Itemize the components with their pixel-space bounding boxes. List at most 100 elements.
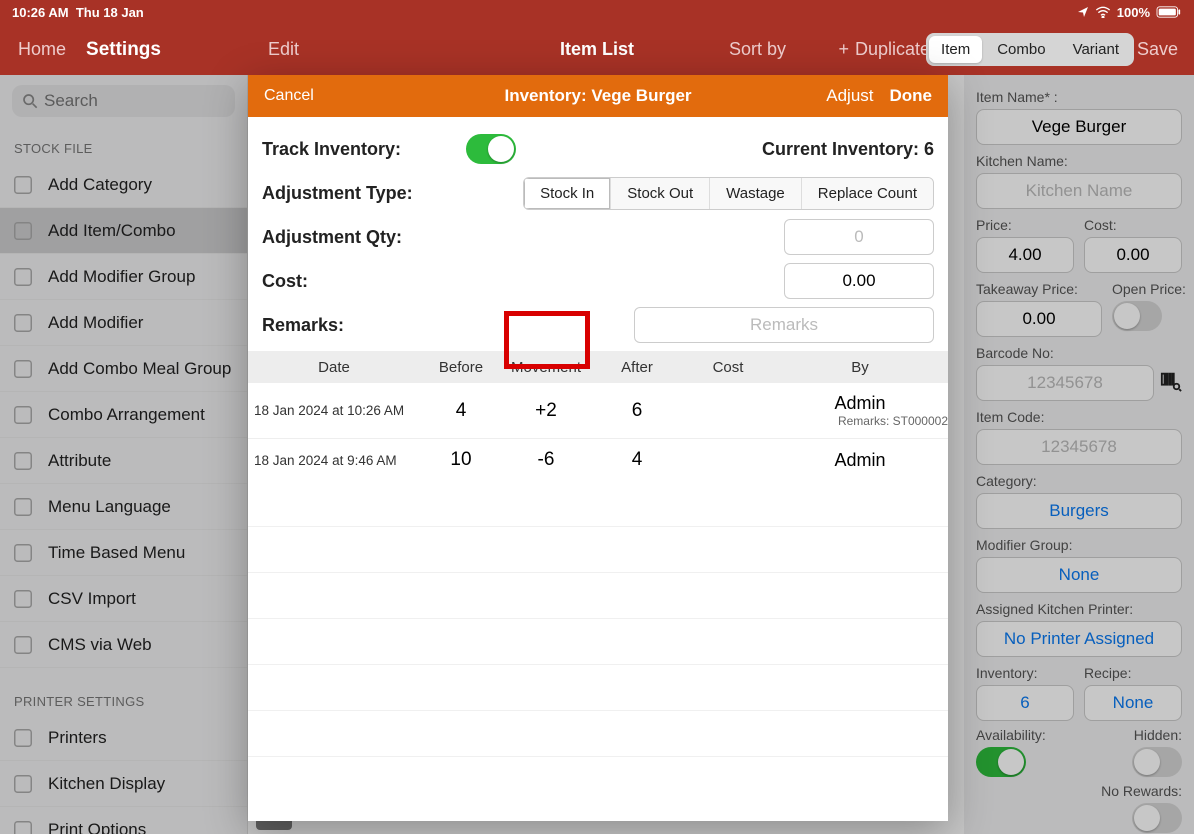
- col-date: Date: [248, 359, 420, 376]
- cancel-button[interactable]: Cancel: [264, 87, 314, 105]
- search-icon: [22, 93, 38, 109]
- cell-date: 18 Jan 2024 at 9:46 AM: [248, 453, 420, 468]
- seg-variant[interactable]: Variant: [1061, 36, 1131, 63]
- itemname-field[interactable]: Vege Burger: [976, 109, 1182, 145]
- category-button[interactable]: Burgers: [976, 493, 1182, 529]
- sidebar-item[interactable]: Add Item/Combo: [0, 208, 247, 254]
- kitchen-label: Kitchen Name:: [976, 153, 1182, 169]
- detail-panel: Item Name* : Vege Burger Kitchen Name: K…: [964, 75, 1194, 834]
- sidebar-item[interactable]: Printers: [0, 715, 247, 761]
- price-field[interactable]: 4.00: [976, 237, 1074, 273]
- sidebar-item-label: Attribute: [48, 451, 111, 471]
- sidebar-item[interactable]: Add Category: [0, 162, 247, 208]
- inventory-button[interactable]: 6: [976, 685, 1074, 721]
- sidebar-item-label: Add Modifier: [48, 313, 143, 333]
- sidebar-item-icon: [10, 817, 36, 834]
- seg-item[interactable]: Item: [929, 36, 982, 63]
- sidebar-item[interactable]: Print Options: [0, 807, 247, 834]
- modgroup-button[interactable]: None: [976, 557, 1182, 593]
- adjtype-option[interactable]: Wastage: [709, 178, 801, 209]
- kitchen-field[interactable]: Kitchen Name: [976, 173, 1182, 209]
- recipe-button[interactable]: None: [1084, 685, 1182, 721]
- home-button[interactable]: Home: [18, 39, 66, 60]
- sidebar-item[interactable]: Menu Language: [0, 484, 247, 530]
- status-time: 10:26 AM: [12, 5, 69, 20]
- sidebar-item[interactable]: Kitchen Display: [0, 761, 247, 807]
- settings-title: Settings: [86, 39, 161, 61]
- col-before: Before: [420, 359, 502, 376]
- top-bar: Home Settings Edit Item List Sort by + D…: [0, 24, 1194, 75]
- search-bar: [0, 75, 247, 127]
- adjqty-field[interactable]: 0: [784, 219, 934, 255]
- search-input[interactable]: [44, 91, 225, 111]
- col-by: By: [772, 359, 948, 376]
- adjust-button[interactable]: Adjust: [826, 86, 873, 106]
- cell-after: 4: [590, 449, 684, 471]
- sidebar-item-label: Time Based Menu: [48, 543, 185, 563]
- sidebar-section-printer: PRINTER SETTINGS: [0, 680, 247, 715]
- printer-label: Assigned Kitchen Printer:: [976, 601, 1182, 617]
- modal-cost-label: Cost:: [262, 271, 462, 292]
- cost-field[interactable]: 0.00: [1084, 237, 1182, 273]
- sidebar-item-label: CMS via Web: [48, 635, 152, 655]
- save-button[interactable]: Save: [1137, 39, 1178, 60]
- movement-highlight: [504, 311, 590, 369]
- history-row: 18 Jan 2024 at 10:26 AM4+26AdminRemarks:…: [248, 383, 948, 439]
- modgroup-label: Modifier Group:: [976, 537, 1182, 553]
- item-type-segment[interactable]: Item Combo Variant: [926, 33, 1134, 66]
- sidebar-item-icon: [10, 264, 36, 290]
- inventory-label: Inventory:: [976, 665, 1074, 681]
- notax-label: No Tax:: [964, 783, 976, 799]
- history-table-header: Date Before Movement After Cost By: [248, 351, 948, 383]
- cell-movement: +2: [502, 400, 590, 422]
- openprice-label: Open Price:: [1112, 281, 1182, 297]
- sidebar-item[interactable]: Add Modifier Group: [0, 254, 247, 300]
- barcode-field[interactable]: 12345678: [976, 365, 1154, 401]
- avail-label: Availability:: [976, 727, 1046, 743]
- col-after: After: [590, 359, 684, 376]
- openprice-toggle[interactable]: [1112, 301, 1162, 331]
- track-inventory-label: Track Inventory:: [262, 139, 462, 160]
- track-inventory-toggle[interactable]: [466, 134, 516, 164]
- barcode-scan-icon[interactable]: [1160, 370, 1182, 392]
- sidebar-item[interactable]: Combo Arrangement: [0, 392, 247, 438]
- takeaway-field[interactable]: 0.00: [976, 301, 1102, 337]
- cell-movement: -6: [502, 449, 590, 471]
- sidebar-item-icon: [10, 632, 36, 658]
- duplicate-button[interactable]: + Duplicate: [838, 39, 930, 60]
- adjtype-option[interactable]: Replace Count: [801, 178, 933, 209]
- remarks-field[interactable]: Remarks: [634, 307, 934, 343]
- sidebar-item-icon: [10, 172, 36, 198]
- edit-button[interactable]: Edit: [268, 39, 299, 60]
- sortby-button[interactable]: Sort by: [729, 39, 786, 60]
- sidebar-item-icon: [10, 540, 36, 566]
- availability-toggle[interactable]: [976, 747, 1026, 777]
- adjtype-option[interactable]: Stock In: [524, 178, 610, 209]
- sidebar-item[interactable]: Attribute: [0, 438, 247, 484]
- seg-combo[interactable]: Combo: [985, 36, 1057, 63]
- sidebar-item-label: Print Options: [48, 820, 146, 834]
- sidebar-item-label: Combo Arrangement: [48, 405, 205, 425]
- remarks-label: Remarks:: [262, 315, 462, 336]
- adjustment-type-segment[interactable]: Stock InStock OutWastageReplace Count: [523, 177, 934, 210]
- sidebar-item[interactable]: CSV Import: [0, 576, 247, 622]
- barcode-label: Barcode No:: [976, 345, 1182, 361]
- modal-cost-field[interactable]: 0.00: [784, 263, 934, 299]
- printer-button[interactable]: No Printer Assigned: [976, 621, 1182, 657]
- plus-icon: +: [838, 39, 849, 60]
- sidebar-item[interactable]: Add Combo Meal Group: [0, 346, 247, 392]
- hidden-toggle[interactable]: [1132, 747, 1182, 777]
- done-button[interactable]: Done: [890, 86, 933, 106]
- sidebar-item-label: Printers: [48, 728, 107, 748]
- sidebar-item-icon: [10, 310, 36, 336]
- recipe-label: Recipe:: [1084, 665, 1182, 681]
- sidebar-item[interactable]: Add Modifier: [0, 300, 247, 346]
- cell-by: Admin: [772, 450, 948, 471]
- sidebar-item[interactable]: CMS via Web: [0, 622, 247, 668]
- cell-before: 10: [420, 449, 502, 471]
- cell-date: 18 Jan 2024 at 10:26 AM: [248, 403, 420, 418]
- norewards-toggle[interactable]: [1132, 803, 1182, 833]
- adjtype-option[interactable]: Stock Out: [610, 178, 709, 209]
- sidebar-item[interactable]: Time Based Menu: [0, 530, 247, 576]
- itemcode-field[interactable]: 12345678: [976, 429, 1182, 465]
